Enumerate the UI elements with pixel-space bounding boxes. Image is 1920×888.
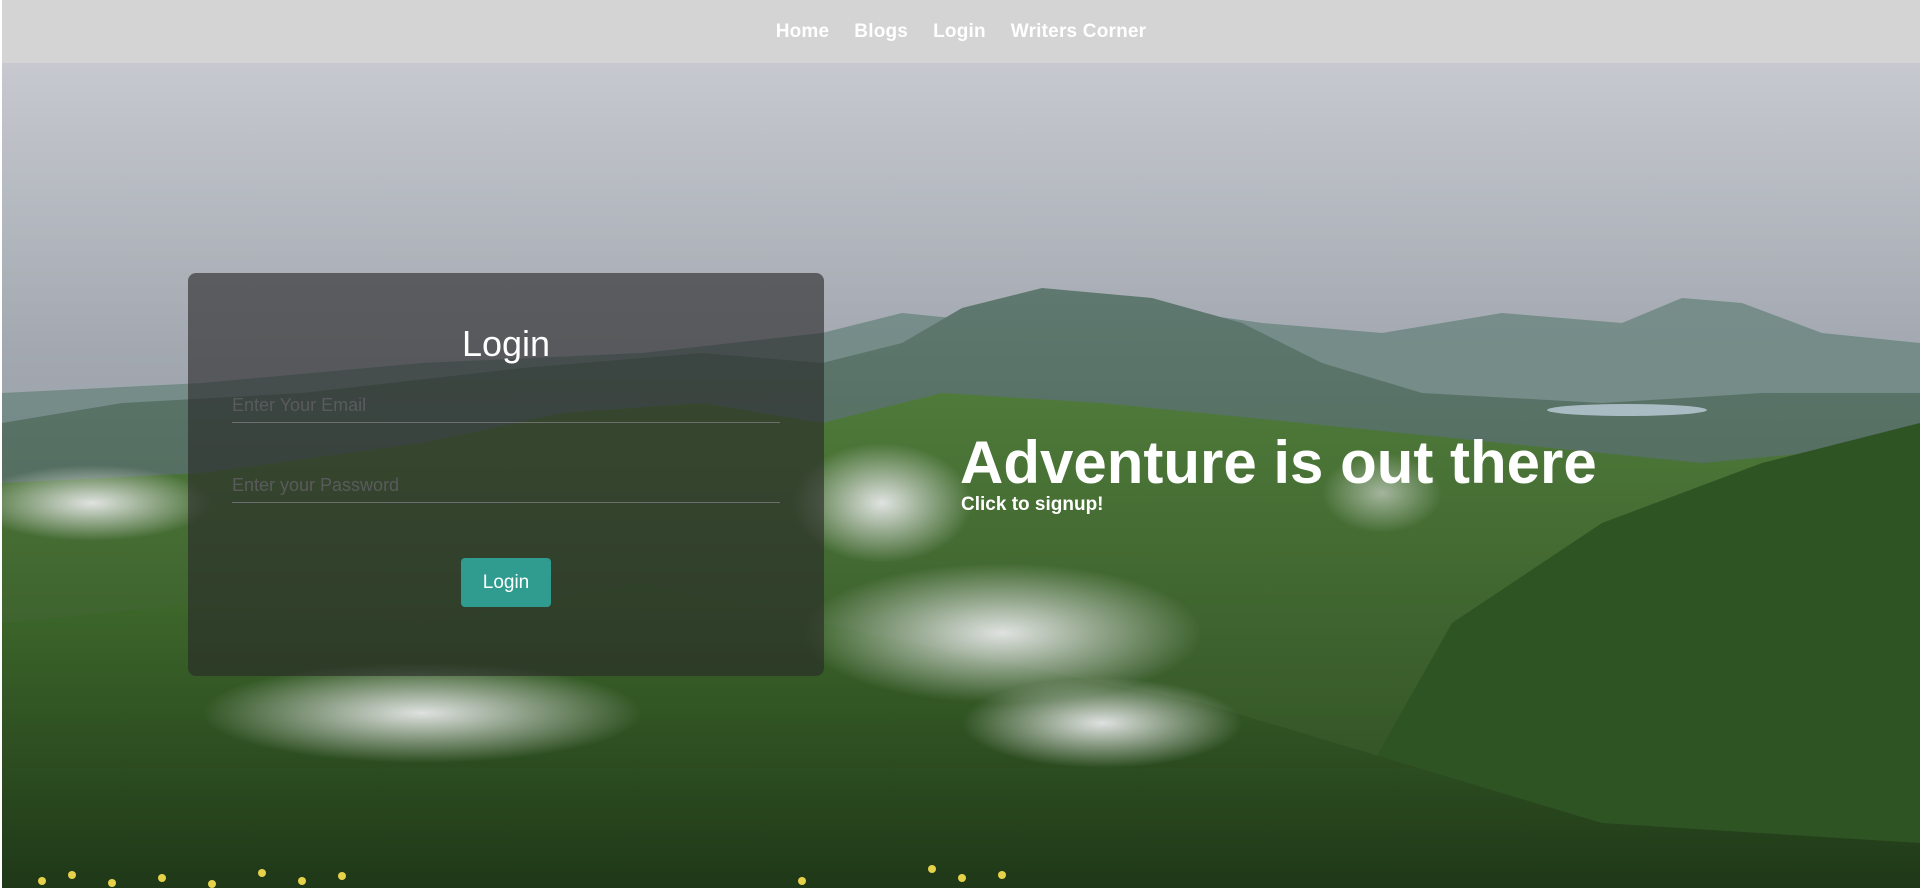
- signup-link[interactable]: Click to signup!: [961, 494, 1104, 516]
- login-title: Login: [461, 323, 551, 364]
- nav-link-home[interactable]: Home: [776, 21, 830, 43]
- nav-link-blogs[interactable]: Blogs: [854, 21, 908, 43]
- hero-heading: Adventure is out there: [960, 429, 1597, 496]
- login-button[interactable]: Login: [461, 558, 551, 607]
- page: Home Blogs Login Writers Corner Login Lo…: [0, 0, 1920, 888]
- login-card: Login Login: [188, 273, 824, 676]
- nav-link-login[interactable]: Login: [933, 21, 986, 43]
- top-navbar: Home Blogs Login Writers Corner: [2, 0, 1920, 63]
- nav-link-writers-corner[interactable]: Writers Corner: [1011, 21, 1147, 43]
